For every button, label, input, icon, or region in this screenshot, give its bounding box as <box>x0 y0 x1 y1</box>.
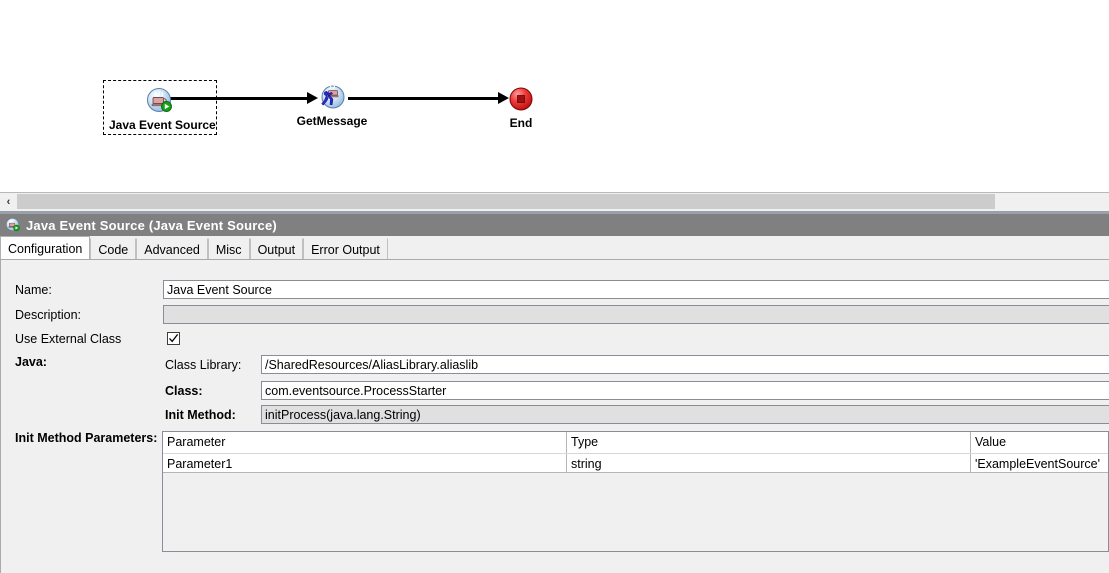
class-library-input[interactable]: /SharedResources/AliasLibrary.aliaslib <box>261 355 1109 374</box>
use-external-class-row: Use External Class <box>15 332 121 346</box>
process-diagram-canvas[interactable]: Java Event Source GetMessage End <box>0 0 1109 192</box>
class-row: Class: <box>165 384 203 398</box>
tab-bar: Configuration Code Advanced Misc Output … <box>0 236 1109 260</box>
table-header-row: Parameter Type Value <box>163 432 1108 453</box>
class-library-label: Class Library: <box>165 358 242 372</box>
cell-value[interactable]: 'ExampleEventSource' <box>971 454 1108 472</box>
table-empty-area[interactable] <box>163 472 1108 551</box>
use-external-class-checkbox[interactable] <box>167 332 180 345</box>
diagram-node-label: End <box>509 116 533 130</box>
description-input[interactable] <box>163 305 1109 324</box>
column-header-type[interactable]: Type <box>567 432 971 453</box>
panel-titlebar: Java Event Source (Java Event Source) <box>0 214 1109 236</box>
column-header-parameter[interactable]: Parameter <box>163 432 567 453</box>
description-row: Description: <box>15 308 81 322</box>
tab-label: Error Output <box>311 242 380 257</box>
java-event-source-icon <box>5 217 21 233</box>
tab-label: Configuration <box>8 241 83 256</box>
panel-title: Java Event Source (Java Event Source) <box>26 217 277 233</box>
init-method-parameters-table[interactable]: Parameter Type Value Parameter1 string '… <box>162 431 1109 552</box>
init-method-label: Init Method: <box>165 408 236 422</box>
end-icon <box>492 82 550 116</box>
init-method-parameters-row: Init Method Parameters: <box>15 431 157 445</box>
process-designer-window: Java Event Source GetMessage End ‹ Java … <box>0 0 1109 573</box>
diagram-node-label: Java Event Source <box>109 118 216 132</box>
scrollbar-thumb[interactable] <box>17 194 995 209</box>
cell-parameter[interactable]: Parameter1 <box>163 454 567 472</box>
tab-error-output[interactable]: Error Output <box>303 238 388 260</box>
use-external-class-label: Use External Class <box>15 332 122 346</box>
column-header-value[interactable]: Value <box>971 432 1108 453</box>
tab-label: Misc <box>215 242 242 257</box>
name-row: Name: <box>15 283 52 297</box>
description-label: Description: <box>15 308 81 322</box>
tab-code[interactable]: Code <box>90 238 137 260</box>
class-input[interactable]: com.eventsource.ProcessStarter <box>261 381 1109 400</box>
name-input[interactable]: Java Event Source <box>163 280 1109 299</box>
tab-label: Output <box>257 242 296 257</box>
tab-output[interactable]: Output <box>249 238 304 260</box>
diagram-node-get-message[interactable]: GetMessage <box>284 80 380 128</box>
diagram-node-java-event-source[interactable]: Java Event Source <box>103 80 217 135</box>
name-label: Name: <box>15 283 52 297</box>
java-section-row: Java: <box>15 355 47 369</box>
java-event-source-icon <box>109 84 211 118</box>
class-label: Class: <box>165 384 203 398</box>
init-method-row: Init Method: <box>165 408 236 422</box>
java-label: Java: <box>15 355 47 369</box>
tab-label: Code <box>98 242 129 257</box>
checkmark-icon <box>169 334 179 343</box>
activity-icon <box>284 80 380 114</box>
diagram-node-label: GetMessage <box>296 114 368 128</box>
tab-label: Advanced <box>144 242 200 257</box>
class-library-row: Class Library: <box>165 358 241 372</box>
canvas-horizontal-scrollbar[interactable]: ‹ <box>0 192 1109 211</box>
init-method-parameters-label: Init Method Parameters: <box>15 431 158 445</box>
tab-misc[interactable]: Misc <box>207 238 250 260</box>
scrollbar-track[interactable] <box>17 193 1109 211</box>
diagram-node-end[interactable]: End <box>492 82 550 130</box>
tab-advanced[interactable]: Advanced <box>136 238 208 260</box>
cell-type[interactable]: string <box>567 454 971 472</box>
table-row[interactable]: Parameter1 string 'ExampleEventSource' <box>163 453 1108 472</box>
init-method-input[interactable]: initProcess(java.lang.String) <box>261 405 1109 424</box>
scroll-left-button[interactable]: ‹ <box>0 193 17 210</box>
tab-configuration[interactable]: Configuration <box>0 236 91 260</box>
